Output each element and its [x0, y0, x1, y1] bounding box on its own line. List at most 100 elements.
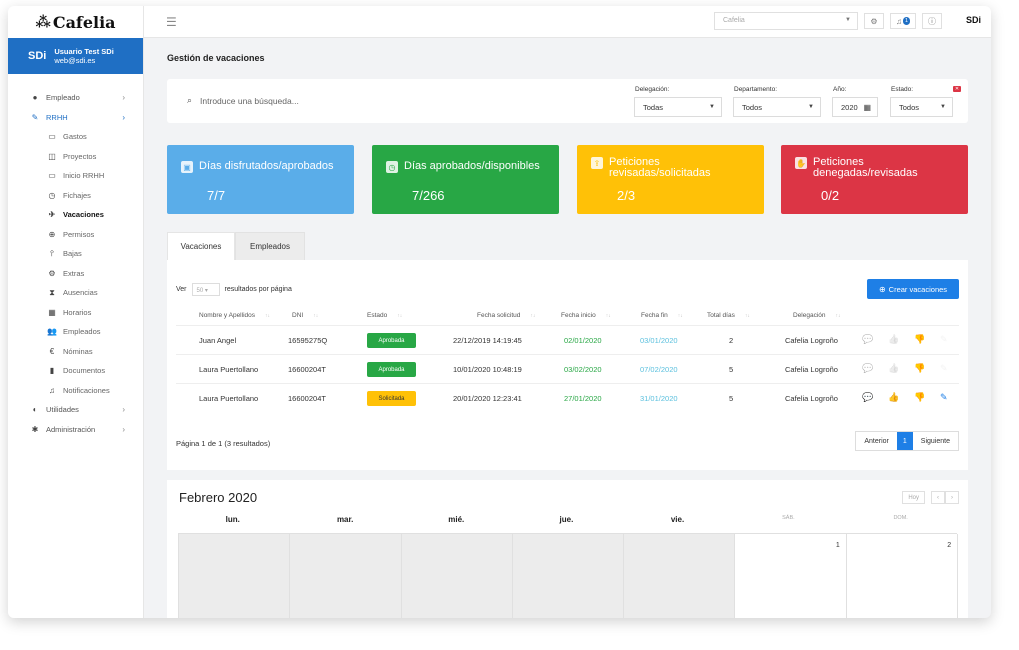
app-logo[interactable]: ⁂ Cafelia [8, 6, 143, 38]
edit-pencil-icon[interactable]: ✎ [940, 392, 948, 403]
edit-pencil-icon[interactable]: ✎ [940, 363, 948, 374]
search-input[interactable]: Introduce una búsqueda... [200, 96, 299, 106]
calendar-day-cell[interactable] [512, 534, 625, 618]
clear-filters-icon[interactable]: ✕ [953, 86, 961, 92]
clock-icon: ◷ [386, 161, 398, 173]
estado-select[interactable]: Todos ▼ [890, 97, 953, 117]
column-header[interactable]: Fecha solicitud ↑↓ [477, 312, 535, 319]
sidebar-item-empleados[interactable]: 👥 Empleados [8, 322, 143, 342]
cell-dni: 16600204T [288, 365, 326, 374]
stat-card[interactable]: ◷ Días aprobados/disponibles 7/266 [372, 145, 559, 214]
gears-icon: ⚙ [48, 268, 56, 278]
hamburger-menu-icon[interactable]: ☰ [166, 15, 177, 29]
main-content: Gestión de vacaciones ⌕ Introduce una bú… [144, 38, 991, 618]
column-header[interactable]: Delegación ↑↓ [793, 312, 841, 319]
sidebar-item-vacaciones[interactable]: ✈ Vacaciones [8, 205, 143, 225]
notifications-button[interactable]: ♫ 1 [890, 13, 916, 29]
thumbs-up-icon[interactable]: 👍 [888, 334, 899, 345]
next-month-button[interactable]: › [945, 491, 959, 504]
sidebar-item-inicio-rrhh[interactable]: ▭ Inicio RRHH [8, 166, 143, 186]
calendar-day-cell[interactable]: 1 [735, 534, 847, 618]
prev-month-button[interactable]: ‹ [931, 491, 945, 504]
weekday-label: SÁB. [782, 515, 795, 521]
departamento-select[interactable]: Todos ▼ [733, 97, 821, 117]
current-page-button[interactable]: 1 [896, 432, 913, 450]
edit-pencil-icon[interactable]: ✎ [940, 334, 948, 345]
calendar-grid-icon: ▦ [48, 307, 56, 317]
stat-card[interactable]: ⇪ Peticiones revisadas/solicitadas 2/3 [577, 145, 764, 214]
column-header[interactable]: Estado ↑↓ [367, 312, 402, 319]
chevron-down-icon: ▼ [709, 104, 715, 110]
company-select[interactable]: Cafelia ▼ [714, 12, 858, 30]
thermometer-icon: ⫯ [50, 248, 54, 258]
comment-icon[interactable]: 💬 [862, 392, 873, 403]
prev-page-button[interactable]: Anterior [856, 432, 897, 450]
sort-icon: ↑↓ [744, 313, 750, 319]
chevron-down-icon: ▼ [845, 17, 851, 23]
column-header[interactable]: Total días ↑↓ [707, 312, 750, 319]
sidebar-item-documentos[interactable]: ▮ Documentos [8, 361, 143, 381]
sidebar-item-label: Horarios [63, 307, 92, 317]
user-box[interactable]: SDi Usuario Test SDi web@sdi.es [8, 38, 143, 74]
tab-empleados[interactable]: Empleados [235, 232, 305, 260]
sidebar-item-permisos[interactable]: ⊕ Permisos [8, 225, 143, 245]
gear-icon: ⚙ [870, 16, 878, 26]
column-header-label: DNI [292, 312, 304, 319]
calendar: Febrero 2020 Hoy ‹ › lun. mar. mié. jue. vie… [167, 480, 968, 618]
thumbs-up-icon[interactable]: 👍 [888, 363, 899, 374]
calendar-day-cell[interactable] [179, 534, 291, 618]
page-size-select[interactable]: 50 ▾ [191, 283, 220, 296]
sidebar-item-label: Empleado [46, 93, 80, 103]
today-button[interactable]: Hoy [902, 491, 925, 504]
delegacion-select[interactable]: Todas ▼ [634, 97, 722, 117]
column-header[interactable]: DNI ↑↓ [292, 312, 318, 319]
thumbs-down-icon[interactable]: 👎 [914, 392, 925, 403]
sidebar-item-n-minas[interactable]: € Nóminas [8, 342, 143, 362]
column-header[interactable]: Nombre y Apellidos ↑↓ [199, 312, 270, 319]
sidebar-item-notificaciones[interactable]: ♫ Notificaciones [8, 381, 143, 401]
column-header[interactable]: Fecha fin ↑↓ [641, 312, 683, 319]
calendar-day-cell[interactable] [624, 534, 736, 618]
sort-icon: ↑↓ [397, 313, 403, 319]
info-button[interactable]: ⓘ [922, 13, 942, 29]
cell-requested: 22/12/2019 14:19:45 [453, 336, 522, 345]
column-header[interactable]: Fecha inicio ↑↓ [561, 312, 611, 319]
tab-vacaciones[interactable]: Vacaciones [167, 232, 235, 260]
column-header-label: Nombre y Apellidos [199, 312, 255, 319]
sidebar-item-rrhh[interactable]: ✎ RRHH › [8, 108, 143, 128]
sidebar-item-utilidades[interactable]: ◐ Utilidades › [8, 400, 143, 420]
create-vacation-button[interactable]: ⊕ Crear vacaciones [867, 279, 959, 299]
settings-button[interactable]: ⚙ [864, 13, 884, 29]
calendar-day-cell[interactable] [401, 534, 513, 618]
filter-bar: ⌕ Introduce una búsqueda... Delegación: … [167, 79, 968, 123]
calendar-grid: 12 [178, 533, 959, 618]
calendar-day-cell[interactable] [290, 534, 402, 618]
thumbs-down-icon[interactable]: 👎 [914, 334, 925, 345]
search-box[interactable]: ⌕ Introduce una búsqueda... [187, 95, 299, 106]
sidebar-item-label: Documentos [63, 366, 106, 376]
sidebar-item-empleado[interactable]: ● Empleado › [8, 88, 143, 108]
sidebar-item-administraci-n[interactable]: ✱ Administración › [8, 420, 143, 440]
sidebar-item-extras[interactable]: ⚙ Extras [8, 264, 143, 284]
sidebar-item-horarios[interactable]: ▦ Horarios [8, 303, 143, 323]
sidebar-item-ausencias[interactable]: ⧗ Ausencias [8, 283, 143, 303]
next-page-button[interactable]: Siguiente [913, 432, 958, 450]
thumbs-down-icon[interactable]: 👎 [914, 363, 925, 374]
anio-picker[interactable]: 2020 ▦ [832, 97, 878, 117]
thumbs-up-icon[interactable]: 👍 [888, 392, 899, 403]
globe-icon: ⊕ [48, 229, 56, 239]
cell-dni: 16595275Q [288, 336, 328, 345]
stat-card[interactable]: ▣ Días disfrutados/aprobados 7/7 [167, 145, 354, 214]
sidebar-item-gastos[interactable]: ▭ Gastos [8, 127, 143, 147]
sidebar-item-label: Utilidades [46, 405, 79, 415]
sidebar-item-fichajes[interactable]: ◷ Fichajes [8, 186, 143, 206]
comment-icon[interactable]: 💬 [862, 334, 873, 345]
chevron-down-icon: ▼ [940, 104, 946, 110]
calendar-day-cell[interactable]: 2 [846, 534, 959, 618]
sidebar-item-proyectos[interactable]: ◫ Proyectos [8, 147, 143, 167]
comment-icon[interactable]: 💬 [862, 363, 873, 374]
sidebar-item-bajas[interactable]: ⫯ Bajas [8, 244, 143, 264]
table-row: Laura Puertollano 16600204T Aprobada 10/01/… [176, 354, 959, 383]
sidebar-item-label: Extras [63, 268, 85, 278]
stat-card[interactable]: ✋ Peticiones denegadas/revisadas 0/2 [781, 145, 968, 214]
